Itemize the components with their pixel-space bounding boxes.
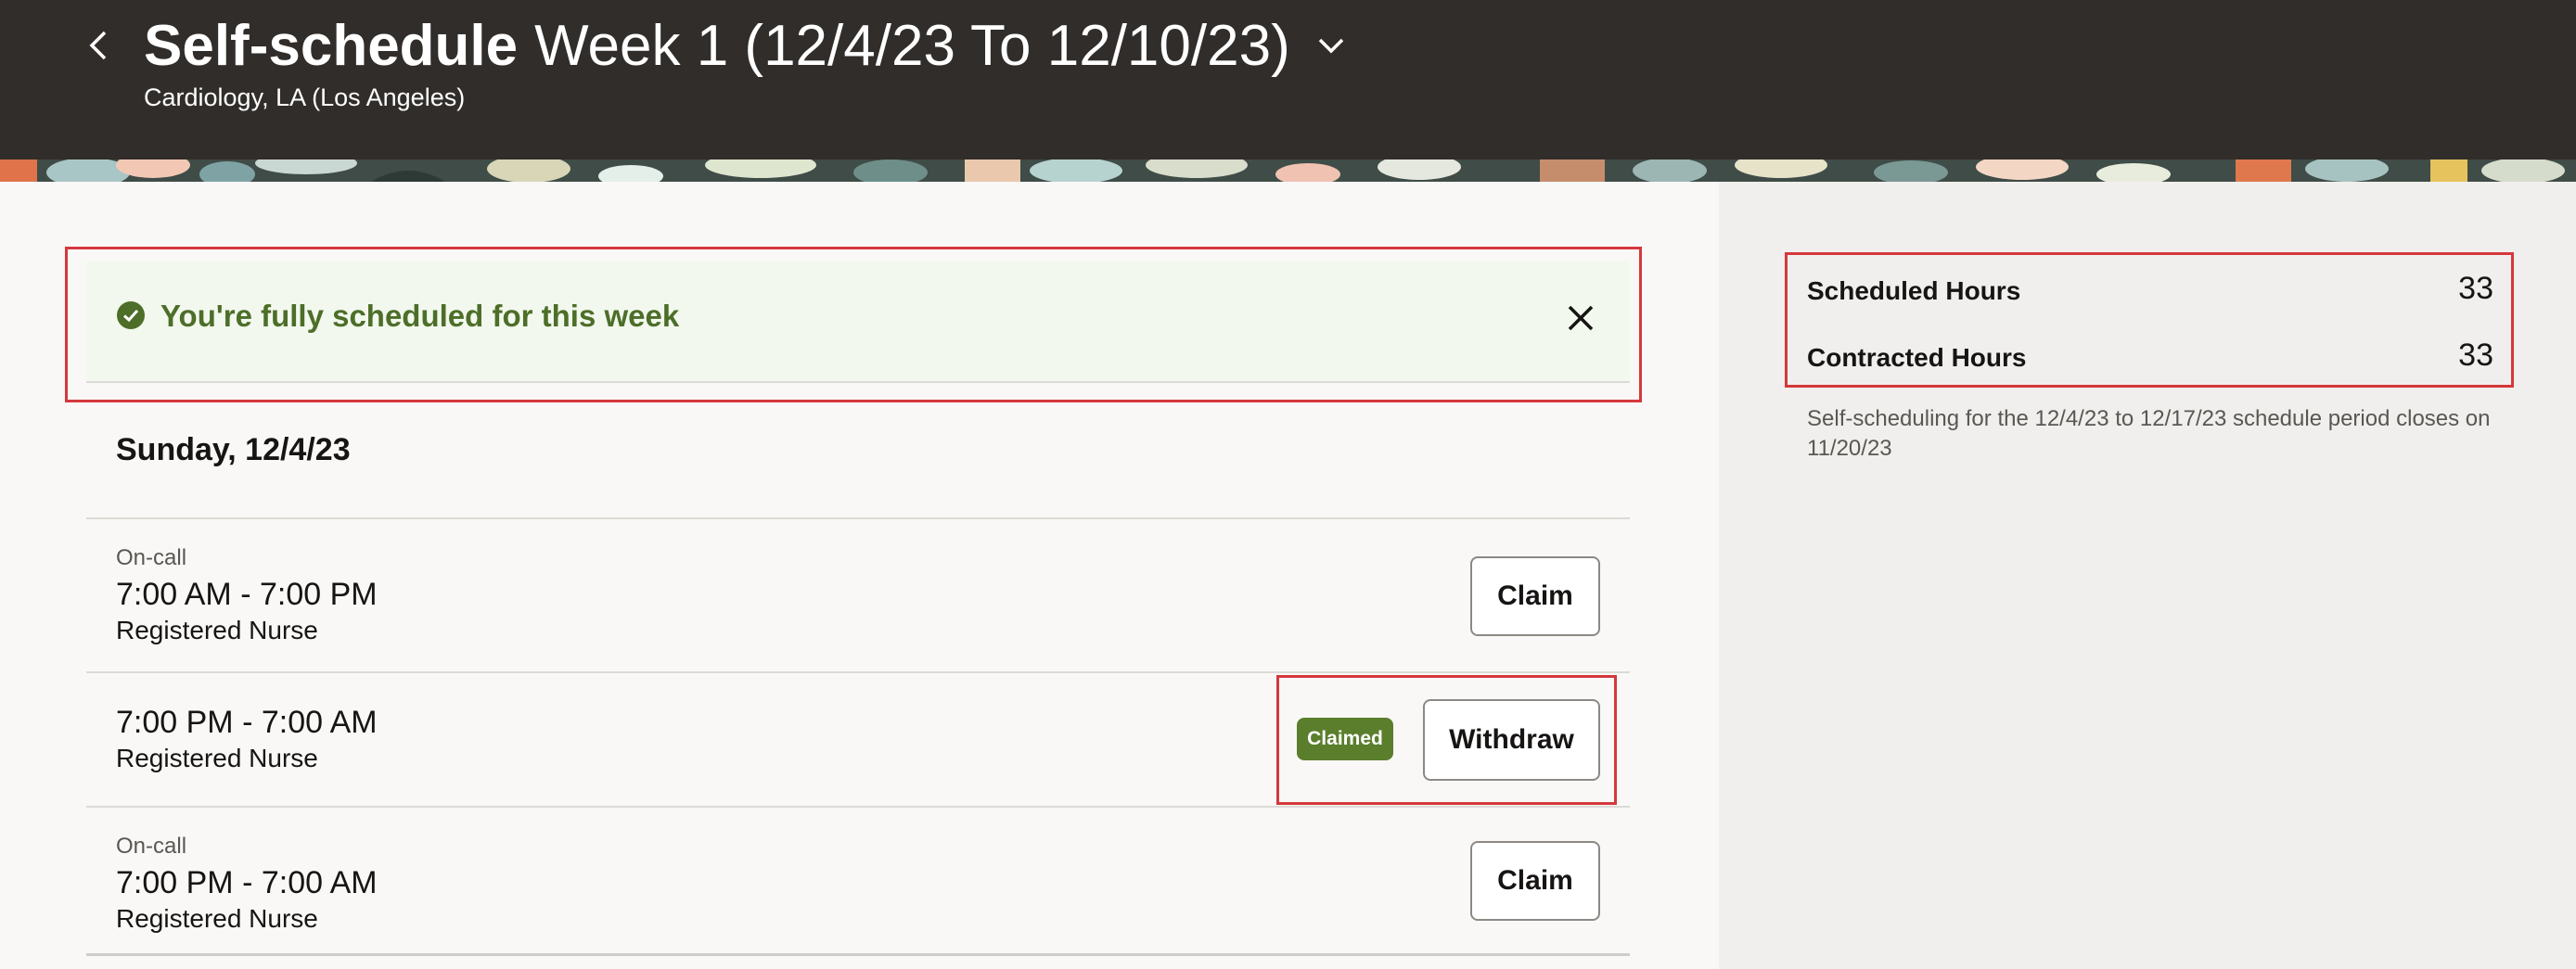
page-header: Self-schedule Week 1 (12/4/23 To 12/10/2… [0,0,2576,159]
shift-role: Registered Nurse [116,904,318,933]
back-button[interactable] [80,20,117,70]
day-heading: Sunday, 12/4/23 [116,432,351,467]
highlight-frame-message [65,247,1642,402]
highlight-frame-withdraw [1276,675,1617,805]
shift-type: On-call [116,545,187,570]
chevron-down-icon [1318,38,1343,54]
title-bold: Self-schedule [144,13,519,78]
page-subtitle: Cardiology, LA (Los Angeles) [144,83,466,111]
shift-time: 7:00 PM - 7:00 AM [116,705,378,740]
decorative-banner [0,159,2576,182]
list-bottom-divider [86,953,1630,956]
schedule-period-note: Self-scheduling for the 12/4/23 to 12/17… [1807,406,2491,461]
shift-type: On-call [116,834,187,859]
shift-time: 7:00 PM - 7:00 AM [116,865,378,900]
claim-button[interactable]: Claim [1470,556,1600,636]
shift-row: On-call 7:00 PM - 7:00 AM Registered Nur… [86,806,1630,954]
back-chevron-icon [89,31,107,60]
week-selector-label[interactable]: Week 1 (12/4/23 To 12/10/23) [534,13,1290,79]
shift-role: Registered Nurse [116,744,318,772]
week-selector-button[interactable] [1313,27,1350,64]
page-title: Self-schedule Week 1 (12/4/23 To 12/10/2… [144,4,1350,87]
highlight-frame-hours [1785,252,2514,388]
shift-time: 7:00 AM - 7:00 PM [116,577,378,612]
shift-row: On-call 7:00 AM - 7:00 PM Registered Nur… [86,517,1630,671]
claim-button[interactable]: Claim [1470,841,1600,921]
shift-role: Registered Nurse [116,616,318,644]
